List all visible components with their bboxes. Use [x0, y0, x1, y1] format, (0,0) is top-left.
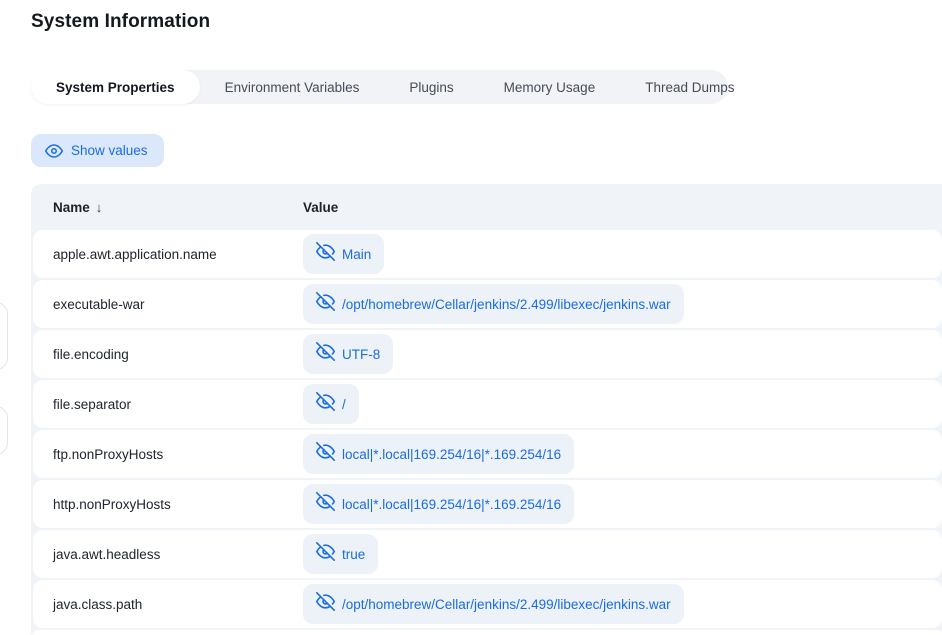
sort-descending-icon: ↓ [96, 200, 103, 215]
property-name: java.awt.headless [53, 547, 303, 562]
table-row: java.class.path /opt/homebrew/Cellar/jen… [33, 580, 942, 628]
table-row: java.awt.headless true [33, 530, 942, 578]
table-row-partial [33, 630, 942, 634]
tab-system-properties[interactable]: System Properties [31, 70, 200, 104]
column-header-value[interactable]: Value [303, 200, 338, 215]
property-name: file.encoding [53, 347, 303, 362]
tab-plugins[interactable]: Plugins [384, 70, 478, 104]
system-properties-table: Name ↓ Value apple.awt.application.name … [31, 184, 942, 634]
hidden-value-pill[interactable]: Main [303, 234, 384, 274]
hidden-value-pill[interactable]: / [303, 384, 359, 424]
eye-off-icon [316, 442, 335, 466]
property-value-cell: /opt/homebrew/Cellar/jenkins/2.499/libex… [303, 584, 684, 624]
tab-thread-dumps[interactable]: Thread Dumps [620, 70, 759, 104]
page-title: System Information [31, 11, 210, 33]
property-value-link[interactable]: /opt/homebrew/Cellar/jenkins/2.499/libex… [342, 597, 671, 612]
property-value-cell: / [303, 384, 359, 424]
table-header-row: Name ↓ Value [31, 184, 942, 230]
eye-off-icon [316, 242, 335, 266]
hidden-value-pill[interactable]: /opt/homebrew/Cellar/jenkins/2.499/libex… [303, 584, 684, 624]
tab-memory-usage[interactable]: Memory Usage [479, 70, 621, 104]
hidden-value-pill[interactable]: local|*.local|169.254/16|*.169.254/16 [303, 434, 574, 474]
tab-bar: System PropertiesEnvironment VariablesPl… [31, 70, 728, 104]
hidden-value-pill[interactable]: /opt/homebrew/Cellar/jenkins/2.499/libex… [303, 284, 684, 324]
table-body: apple.awt.application.name Main executab… [31, 230, 942, 634]
property-name: apple.awt.application.name [53, 247, 303, 262]
eye-icon [45, 142, 63, 160]
table-row: file.encoding UTF-8 [33, 330, 942, 378]
left-edge-widget-top[interactable] [0, 302, 8, 370]
eye-off-icon [316, 592, 335, 616]
property-name: executable-war [53, 297, 303, 312]
table-row: apple.awt.application.name Main [33, 230, 942, 278]
eye-off-icon [316, 392, 335, 416]
show-values-button[interactable]: Show values [31, 134, 164, 167]
property-name: file.separator [53, 397, 303, 412]
hidden-value-pill[interactable]: local|*.local|169.254/16|*.169.254/16 [303, 484, 574, 524]
property-value-link[interactable]: local|*.local|169.254/16|*.169.254/16 [342, 497, 561, 512]
column-header-name[interactable]: Name ↓ [53, 200, 303, 215]
property-value-link[interactable]: / [342, 397, 346, 412]
left-edge-widget-bottom[interactable] [0, 406, 8, 455]
eye-off-icon [316, 542, 335, 566]
column-header-name-label: Name [53, 200, 90, 215]
property-value-cell: true [303, 534, 378, 574]
tab-environment-variables[interactable]: Environment Variables [200, 70, 385, 104]
column-header-value-label: Value [303, 200, 338, 215]
eye-off-icon [316, 292, 335, 316]
property-value-link[interactable]: UTF-8 [342, 347, 380, 362]
property-name: java.class.path [53, 597, 303, 612]
property-value-link[interactable]: /opt/homebrew/Cellar/jenkins/2.499/libex… [342, 297, 671, 312]
table-row: ftp.nonProxyHosts local|*.local|169.254/… [33, 430, 942, 478]
show-values-label: Show values [71, 143, 148, 158]
eye-off-icon [316, 492, 335, 516]
property-value-link[interactable]: true [342, 547, 365, 562]
system-information-page: System Information System PropertiesEnvi… [0, 0, 942, 635]
property-value-link[interactable]: Main [342, 247, 371, 262]
property-name: ftp.nonProxyHosts [53, 447, 303, 462]
table-row: executable-war /opt/homebrew/Cellar/jenk… [33, 280, 942, 328]
property-value-cell: /opt/homebrew/Cellar/jenkins/2.499/libex… [303, 284, 684, 324]
hidden-value-pill[interactable]: true [303, 534, 378, 574]
property-value-cell: Main [303, 234, 384, 274]
table-row: file.separator / [33, 380, 942, 428]
property-value-cell: local|*.local|169.254/16|*.169.254/16 [303, 484, 574, 524]
property-value-cell: local|*.local|169.254/16|*.169.254/16 [303, 434, 574, 474]
property-value-cell: UTF-8 [303, 334, 393, 374]
table-row: http.nonProxyHosts local|*.local|169.254… [33, 480, 942, 528]
property-value-link[interactable]: local|*.local|169.254/16|*.169.254/16 [342, 447, 561, 462]
property-name: http.nonProxyHosts [53, 497, 303, 512]
eye-off-icon [316, 342, 335, 366]
hidden-value-pill[interactable]: UTF-8 [303, 334, 393, 374]
